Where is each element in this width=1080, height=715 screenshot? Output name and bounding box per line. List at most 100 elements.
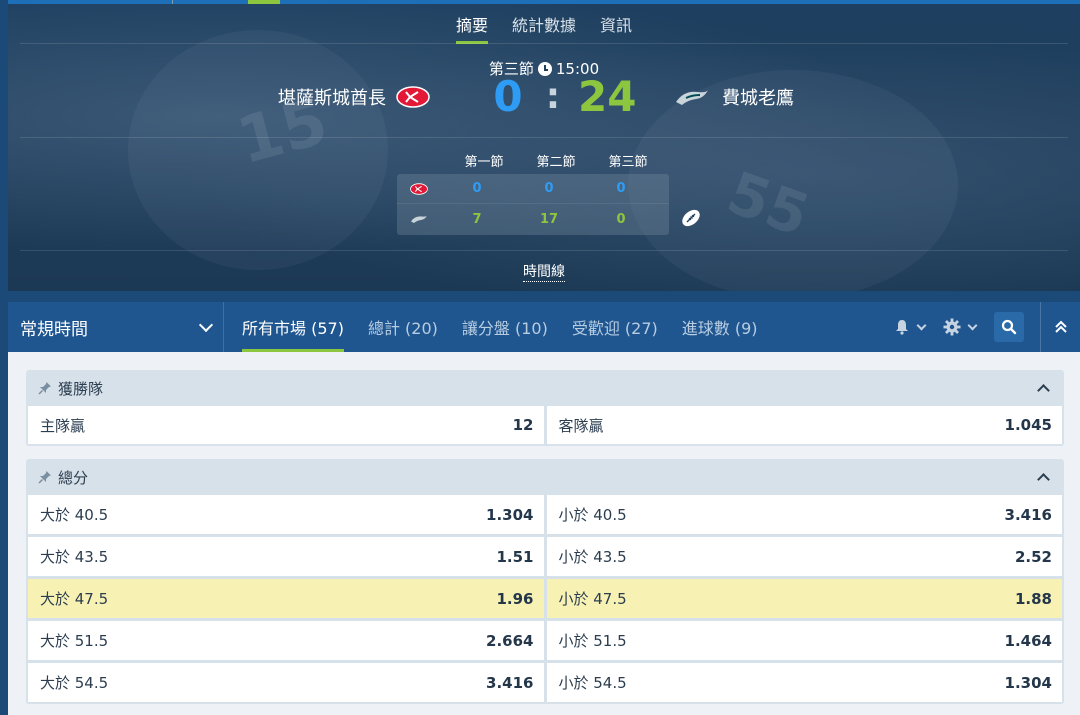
odds-price: 1.96 [496, 589, 534, 608]
timeline-link: 時間線 [8, 261, 1080, 282]
tab-info[interactable]: 資訊 [600, 12, 632, 42]
tab-goals[interactable]: 進球數 (9) [682, 302, 758, 352]
selection-label: 主隊贏 [40, 416, 86, 435]
selection-label: 大於 40.5 [40, 506, 109, 524]
eagles-logo-icon [676, 90, 708, 105]
odds-price: 12 [512, 416, 534, 434]
odds-button-highlighted[interactable]: 大於 47.5 1.96 [28, 579, 544, 618]
odds-grid: 大於 40.5 1.304 小於 40.5 3.416 大於 43.5 1.51… [26, 495, 1064, 704]
period-dropdown-value: 常規時間 [20, 319, 88, 340]
market-winner: 獲勝隊 主隊贏 12 客隊贏 1.045 [26, 370, 1064, 446]
tab-popular[interactable]: 受歡迎 (27) [572, 302, 658, 352]
odds-button[interactable]: 大於 51.5 2.664 [28, 621, 544, 660]
hero-accent-bar [248, 0, 280, 4]
home-period-row: 0 0 0 [397, 174, 669, 204]
away-period-score: 7 [472, 211, 482, 227]
odds-button[interactable]: 小於 40.5 3.416 [546, 495, 1062, 534]
chevron-down-icon [198, 317, 214, 332]
scoreline: 0 : 24 [488, 72, 638, 121]
markets-list: 獲勝隊 主隊贏 12 客隊贏 1.045 總分 大於 40.5 1.304 小於… [8, 352, 1080, 715]
selection-label: 小於 47.5 [558, 590, 627, 608]
odds-button[interactable]: 小於 54.5 1.304 [546, 663, 1062, 702]
away-score: 24 [578, 72, 637, 121]
selection-label: 大於 43.5 [40, 548, 109, 566]
odds-price: 1.464 [1004, 631, 1052, 650]
chiefs-logo-icon [410, 182, 428, 195]
gear-icon [943, 318, 961, 336]
odds-price: 1.51 [496, 547, 534, 566]
odds-price: 2.664 [486, 631, 534, 650]
selection-label: 小於 51.5 [558, 632, 627, 650]
odds-button[interactable]: 大於 43.5 1.51 [28, 537, 544, 576]
away-period-score: 17 [539, 211, 559, 227]
period-header: 第三節 [608, 155, 648, 170]
odds-price: 3.416 [1004, 505, 1052, 524]
tab-statistics[interactable]: 統計數據 [512, 12, 576, 42]
timeline-link-label[interactable]: 時間線 [523, 264, 565, 282]
selection-label: 大於 47.5 [40, 590, 109, 608]
odds-button[interactable]: 大於 40.5 1.304 [28, 495, 544, 534]
period-dropdown[interactable]: 常規時間 [8, 302, 224, 352]
selection-label: 大於 54.5 [40, 674, 109, 692]
period-score-table: 0 0 0 7 17 0 [397, 174, 669, 235]
divider [20, 250, 1068, 251]
hero-divider [172, 0, 173, 4]
period-score-headers: 第一節 第二節 第三節 [448, 151, 664, 170]
market-header[interactable]: 獲勝隊 [26, 370, 1064, 406]
tab-summary[interactable]: 摘要 [455, 12, 488, 44]
period-header: 第一節 [464, 155, 504, 170]
odds-button[interactable]: 主隊贏 12 [28, 406, 544, 444]
chevron-up-icon[interactable] [1037, 384, 1050, 397]
selection-label: 小於 43.5 [558, 548, 627, 566]
search-button[interactable] [994, 312, 1024, 342]
market-title: 總分 [58, 468, 89, 487]
divider [20, 137, 1068, 138]
pin-icon[interactable] [38, 381, 52, 395]
settings-button[interactable] [943, 318, 978, 336]
odds-button[interactable]: 大於 54.5 3.416 [28, 663, 544, 702]
market-tabs: 所有市場 (57) 總計 (20) 讓分盤 (10) 受歡迎 (27) 進球數 … [224, 302, 894, 352]
odds-price: 1.045 [1004, 416, 1052, 434]
market-header[interactable]: 總分 [26, 459, 1064, 495]
period-header: 第二節 [536, 155, 576, 170]
chiefs-logo-icon [396, 86, 430, 108]
tab-totals[interactable]: 總計 (20) [368, 302, 438, 352]
selection-label: 大於 51.5 [40, 632, 109, 650]
chevron-up-icon[interactable] [1037, 473, 1050, 486]
odds-price: 2.52 [1014, 547, 1052, 566]
away-period-row: 7 17 0 [397, 204, 669, 234]
odds-button[interactable]: 小於 51.5 1.464 [546, 621, 1062, 660]
collapse-header-button[interactable] [1040, 302, 1080, 352]
home-team-name: 堪薩斯城酋長 [278, 88, 386, 109]
scoreboard-hero: 15 55 摘要 統計數據 資訊 第三節 15:00 堪薩斯城酋長 0 : 24… [8, 0, 1080, 291]
away-period-score: 0 [616, 211, 626, 227]
tab-all-markets[interactable]: 所有市場 (57) [242, 302, 344, 352]
chevron-down-icon [916, 320, 927, 330]
search-icon [1001, 319, 1017, 335]
home-score: 0 [493, 72, 523, 121]
away-team: 費城老鷹 [674, 84, 874, 110]
odds-price: 3.416 [486, 673, 534, 692]
tab-handicap[interactable]: 讓分盤 (10) [462, 302, 548, 352]
home-period-score: 0 [616, 181, 626, 196]
football-possession-icon [682, 209, 700, 227]
odds-grid: 主隊贏 12 客隊贏 1.045 [26, 406, 1064, 446]
divider [20, 43, 1068, 44]
odds-price: 1.88 [1014, 589, 1052, 608]
selection-label: 小於 40.5 [558, 506, 627, 524]
odds-button-highlighted[interactable]: 小於 47.5 1.88 [546, 579, 1062, 618]
nav-tools [894, 302, 1034, 352]
market-nav-bar: 常規時間 所有市場 (57) 總計 (20) 讓分盤 (10) 受歡迎 (27)… [8, 302, 1080, 352]
odds-button[interactable]: 小於 43.5 2.52 [546, 537, 1062, 576]
odds-price: 1.304 [486, 505, 534, 524]
home-period-score: 0 [472, 181, 482, 196]
score-separator: : [545, 76, 561, 117]
away-team-name: 費城老鷹 [722, 88, 794, 109]
odds-button[interactable]: 客隊贏 1.045 [546, 406, 1062, 444]
selection-label: 小於 54.5 [558, 674, 627, 692]
pin-icon[interactable] [38, 470, 52, 484]
summary-tabs: 摘要 統計數據 資訊 [8, 12, 1080, 44]
selection-label: 客隊贏 [558, 416, 604, 435]
notifications-button[interactable] [894, 319, 927, 335]
bell-icon [896, 320, 908, 335]
